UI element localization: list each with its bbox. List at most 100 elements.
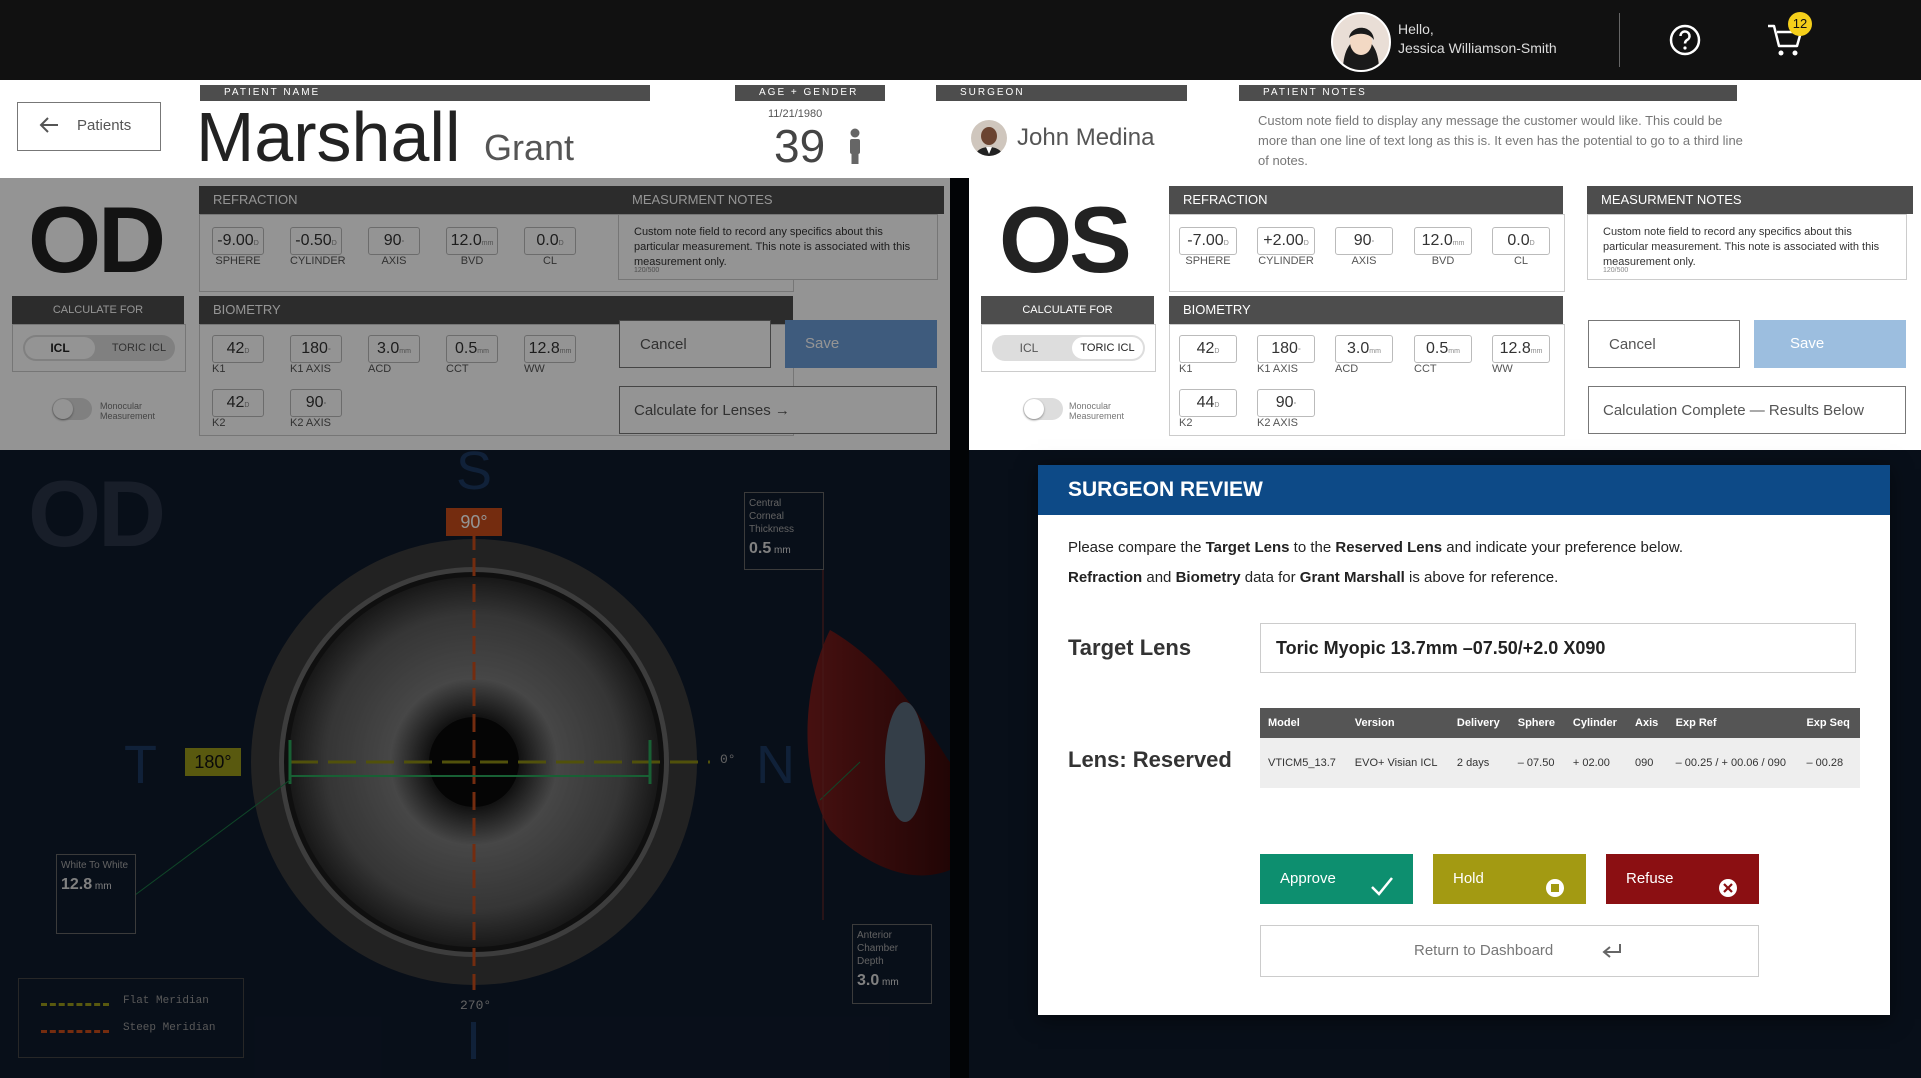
divider <box>1619 13 1620 67</box>
text: is above for reference. <box>1404 569 1559 586</box>
toggle-knob <box>1024 399 1044 419</box>
os-axis-caption: AXIS <box>1351 255 1377 267</box>
modal-instruction-2: Refraction and Biometry data for Grant M… <box>1068 569 1558 586</box>
arrow-left-icon <box>38 115 60 139</box>
cell-exp-ref: – 00.25 / + 00.06 / 090 <box>1667 738 1799 788</box>
hold-button[interactable]: Hold <box>1433 854 1586 904</box>
col-exp-ref: Exp Ref <box>1667 708 1799 738</box>
col-version: Version <box>1346 708 1449 738</box>
approve-label: Approve <box>1280 870 1336 887</box>
return-arrow-icon <box>1601 942 1623 965</box>
patient-first-name: Grant <box>484 127 575 168</box>
cell-cylinder: + 02.00 <box>1564 738 1628 788</box>
os-cct-caption: CCT <box>1414 363 1437 375</box>
os-acd-field[interactable]: 3.0mm ACD <box>1335 335 1393 375</box>
top-bar: Hello, Jessica Williamson-Smith 12 <box>0 0 1921 80</box>
value: 90 <box>1275 394 1294 411</box>
approve-button[interactable]: Approve <box>1260 854 1413 904</box>
cell-model: VTICM5_13.7 <box>1260 738 1347 788</box>
os-cancel-button[interactable]: Cancel <box>1588 320 1740 368</box>
patient-age: 39 <box>774 120 826 172</box>
os-cylinder-field[interactable]: +2.00D CYLINDER <box>1257 227 1315 267</box>
unit: D <box>1223 240 1229 247</box>
patients-back-button[interactable]: Patients <box>17 102 161 151</box>
unit: mm <box>1448 348 1460 355</box>
dim-overlay-left <box>0 178 950 1078</box>
modal-title: SURGEON REVIEW <box>1038 465 1890 515</box>
os-option-icl[interactable]: ICL <box>994 337 1064 359</box>
text-bold: Reserved Lens <box>1335 539 1443 556</box>
os-bvd-field[interactable]: 12.0mm BVD <box>1414 227 1472 267</box>
unit: mm <box>1452 240 1465 247</box>
col-cylinder: Cylinder <box>1564 708 1628 738</box>
patients-label: Patients <box>77 117 132 134</box>
col-model: Model <box>1260 708 1347 738</box>
unit: D <box>1214 348 1220 355</box>
os-refraction-body: -7.00D SPHERE +2.00D CYLINDER 90° AXIS 1… <box>1169 214 1565 292</box>
os-calc-complete-button[interactable]: Calculation Complete — Results Below <box>1588 386 1906 434</box>
unit: ° <box>1293 402 1297 409</box>
return-dashboard-button[interactable]: Return to Dashboard <box>1260 925 1759 977</box>
user-greeting: Hello, Jessica Williamson-Smith <box>1398 20 1557 58</box>
os-notes-count: 120/500 <box>1603 267 1629 274</box>
text-bold: Target Lens <box>1205 539 1290 556</box>
target-lens-field[interactable]: Toric Myopic 13.7mm –07.50/+2.0 X090 <box>1260 623 1856 673</box>
cell-sphere: – 07.50 <box>1509 738 1565 788</box>
cell-version: EVO+ Visian ICL <box>1346 738 1449 788</box>
os-k1-axis-field[interactable]: 180° K1 AXIS <box>1257 335 1315 375</box>
os-sphere-field[interactable]: -7.00D SPHERE <box>1179 227 1237 267</box>
panel-divider <box>950 178 969 1078</box>
col-exp-seq: Exp Seq <box>1798 708 1860 738</box>
os-ww-field[interactable]: 12.8mm WW <box>1492 335 1550 375</box>
surgeon-review-modal: SURGEON REVIEW Please compare the Target… <box>1038 465 1890 1015</box>
col-sphere: Sphere <box>1509 708 1565 738</box>
table-row[interactable]: VTICM5_13.7 EVO+ Visian ICL 2 days – 07.… <box>1260 738 1860 788</box>
os-acd-caption: ACD <box>1335 363 1359 375</box>
unit: mm <box>1369 348 1381 355</box>
os-measurement-panel: OS REFRACTION -7.00D SPHERE +2.00D CYLIN… <box>969 178 1921 450</box>
help-icon[interactable] <box>1668 23 1702 57</box>
os-cct-field[interactable]: 0.5mm CCT <box>1414 335 1472 375</box>
value: 0.5 <box>1426 340 1449 357</box>
value: 42 <box>1196 340 1215 357</box>
refuse-button[interactable]: Refuse <box>1606 854 1759 904</box>
patient-last-name: Marshall <box>196 98 461 176</box>
os-k2-axis-field[interactable]: 90° K2 AXIS <box>1257 389 1315 429</box>
value: 90 <box>1353 232 1372 249</box>
age-gender-label: AGE + GENDER <box>735 85 885 101</box>
os-k2-field[interactable]: 44D K2 <box>1179 389 1237 429</box>
return-dashboard-label: Return to Dashboard <box>1414 942 1554 959</box>
text-bold: Biometry <box>1175 569 1241 586</box>
value: 0.0 <box>1507 232 1530 249</box>
modal-instruction-1: Please compare the Target Lens to the Re… <box>1068 539 1683 556</box>
greeting-text: Hello, <box>1398 21 1434 37</box>
unit: D <box>1303 240 1309 247</box>
os-cl-field[interactable]: 0.0D CL <box>1492 227 1550 267</box>
os-monocular-toggle[interactable] <box>1023 398 1063 420</box>
os-ww-caption: WW <box>1492 363 1513 375</box>
target-lens-label: Target Lens <box>1068 635 1192 660</box>
os-axis-field[interactable]: 90° AXIS <box>1335 227 1393 267</box>
text-bold: Refraction <box>1068 569 1143 586</box>
os-refraction-title: REFRACTION <box>1169 186 1563 214</box>
unit: ° <box>1297 348 1301 355</box>
os-cl-caption: CL <box>1513 255 1529 267</box>
unit: D <box>1529 240 1535 247</box>
os-calc-title: CALCULATE FOR <box>981 296 1154 324</box>
os-save-button[interactable]: Save <box>1754 320 1906 368</box>
unit: ° <box>1371 240 1375 247</box>
text: and indicate your preference below. <box>1442 539 1684 556</box>
value: 3.0 <box>1347 340 1370 357</box>
text: to the <box>1289 539 1336 556</box>
patient-notes-label: PATIENT NOTES <box>1239 85 1737 101</box>
os-calc-track: ICL TORIC ICL <box>992 335 1145 361</box>
text-bold: Grant Marshall <box>1299 569 1405 586</box>
os-notes-text: Custom note field to record any specific… <box>1603 226 1880 268</box>
unit: D <box>1214 402 1220 409</box>
os-option-toric-icl[interactable]: TORIC ICL <box>1072 337 1143 359</box>
os-k1-field[interactable]: 42D K1 <box>1179 335 1237 375</box>
os-eye-label: OS <box>999 187 1132 292</box>
os-notes-field[interactable]: Custom note field to record any specific… <box>1587 214 1907 280</box>
user-avatar[interactable] <box>1331 12 1391 72</box>
male-icon <box>848 128 862 169</box>
